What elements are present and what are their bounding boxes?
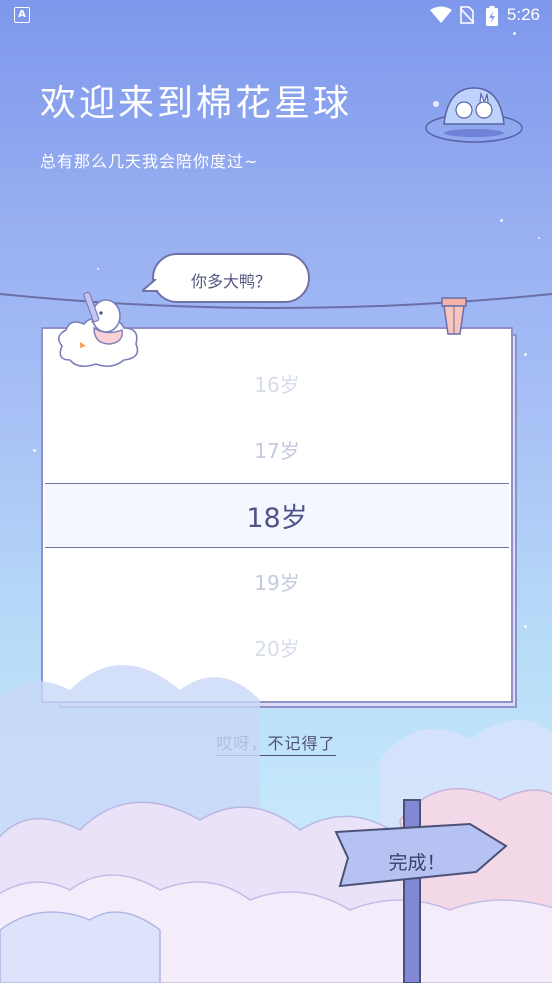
age-option[interactable]: 17岁: [43, 435, 511, 464]
speech-bubble: 你多大鸭？: [142, 253, 310, 303]
no-sim-icon: [460, 6, 474, 24]
age-picker-screen: A 5:26 欢迎来到棉花星球 总有那么几天我会陪你度过~ 你多大鸭？ 16岁 …: [0, 0, 552, 983]
page-title: 欢迎来到棉花星球: [40, 83, 353, 124]
status-bar: A 5:26: [0, 0, 552, 30]
accessibility-notification-icon: A: [14, 7, 30, 23]
star-decoration: [500, 219, 503, 222]
selection-bottom-line: [45, 547, 509, 548]
duck-on-cloud-illustration: [58, 291, 139, 368]
wifi-icon: [430, 6, 452, 23]
star-decoration: [513, 32, 516, 35]
done-signpost[interactable]: [330, 796, 510, 983]
done-button[interactable]: 完成！: [362, 848, 472, 875]
star-decoration: [538, 237, 540, 239]
star-decoration: [524, 353, 527, 356]
bubble-question: 你多大鸭？: [190, 272, 271, 291]
age-option-selected[interactable]: 18岁: [43, 496, 511, 535]
selection-top-line: [45, 483, 509, 484]
page-subtitle: 总有那么几天我会陪你度过~: [40, 152, 259, 171]
battery-charging-icon: [486, 6, 498, 26]
age-option[interactable]: 19岁: [43, 567, 511, 596]
clock: 5:26: [506, 5, 540, 24]
star-decoration: [33, 449, 36, 452]
clothes-peg-icon: [441, 297, 467, 335]
ufo-illustration: [425, 87, 523, 143]
